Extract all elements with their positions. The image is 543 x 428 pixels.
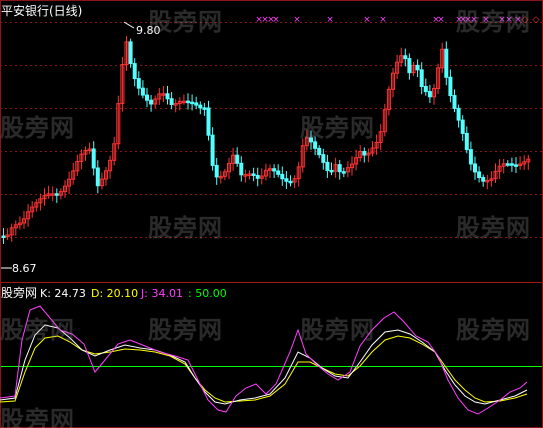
stock-chart-window: × × × × × × × × × × × × × × × × × × ◇ ◇ 平安银行(日线) 9.80 8.67 … <box>0 0 543 428</box>
candle-body <box>276 170 281 175</box>
candle-body <box>280 173 285 180</box>
candle-body <box>448 76 453 97</box>
candle-body <box>325 161 330 171</box>
candle-body <box>202 107 207 110</box>
signal-marker: × <box>505 15 513 25</box>
candle-body <box>255 174 260 179</box>
signal-diamond: ◇ <box>533 15 540 25</box>
candle-body <box>415 64 420 71</box>
candle-body <box>407 58 412 74</box>
candle-body <box>444 48 449 78</box>
candle-body <box>149 99 154 105</box>
candle-body <box>317 147 322 156</box>
candle-body <box>403 55 408 60</box>
high-price-pointer <box>123 21 135 29</box>
candle-body <box>337 164 342 173</box>
candle-body <box>456 107 461 121</box>
candle-body <box>194 102 199 106</box>
k-value: K: 24.73 <box>40 287 86 300</box>
candle-body <box>473 163 477 173</box>
candle-body <box>206 107 211 136</box>
candle-body <box>329 169 334 173</box>
candle-body <box>128 41 133 65</box>
high-price-label: 9.80 <box>136 24 161 37</box>
j-value: J: 34.01 <box>141 287 183 300</box>
candle-body <box>169 98 174 105</box>
candle-body <box>140 87 145 96</box>
candle-body <box>210 134 215 166</box>
candle-body <box>423 86 428 93</box>
candle-body <box>251 173 256 176</box>
candle-body <box>214 164 219 178</box>
d-value: D: 20.10 <box>91 287 139 300</box>
candle-body <box>190 101 195 105</box>
signal-marker: × <box>470 15 478 25</box>
candle-body <box>272 168 277 172</box>
candle-body <box>313 141 318 149</box>
candle-body <box>235 154 240 164</box>
candle-body <box>288 180 293 184</box>
candle-body <box>309 137 313 143</box>
indicator-name: 股旁网 <box>1 286 38 300</box>
reference-value: : 50.00 <box>188 287 227 300</box>
chart-canvas[interactable]: ×××× × × × × ×× ×××× × × × × ◇ ◇ <box>0 0 543 428</box>
signal-marker: × <box>272 15 280 25</box>
candle-body <box>95 167 100 187</box>
candle-body <box>452 95 457 109</box>
candle-body <box>514 164 518 167</box>
candle-body <box>477 171 482 179</box>
candle-body <box>186 100 190 104</box>
signal-marker: × <box>379 15 387 25</box>
signal-marker: × <box>363 15 371 25</box>
signal-diamond: ◇ <box>522 15 529 25</box>
candle-body <box>427 91 432 98</box>
candle-body <box>136 78 141 89</box>
candle-body <box>481 177 486 182</box>
candle-body <box>284 178 289 182</box>
candle-body <box>132 63 137 80</box>
candle-body <box>198 104 203 109</box>
signal-marker: × <box>293 15 301 25</box>
candle-body <box>165 93 170 100</box>
candle-body <box>362 150 367 156</box>
chart-frame <box>0 0 543 428</box>
candle-body <box>509 163 514 166</box>
candle-body <box>341 171 346 174</box>
candle-body <box>468 149 473 165</box>
candle-body <box>419 69 424 88</box>
candle-body <box>321 154 326 163</box>
candle-body <box>460 119 465 134</box>
signal-marker: × <box>326 15 334 25</box>
chart-title: 平安银行(日线) <box>1 4 83 18</box>
candle-body <box>464 132 469 151</box>
candle-body <box>1 235 6 238</box>
low-price-label: 8.67 <box>12 262 37 275</box>
candle-body <box>145 94 149 101</box>
candle-body <box>505 163 510 166</box>
candle-body <box>54 193 59 196</box>
candle-body <box>239 162 244 176</box>
signal-marker: × <box>437 15 445 25</box>
candle-body <box>91 148 96 169</box>
signal-marker: × <box>482 15 490 25</box>
